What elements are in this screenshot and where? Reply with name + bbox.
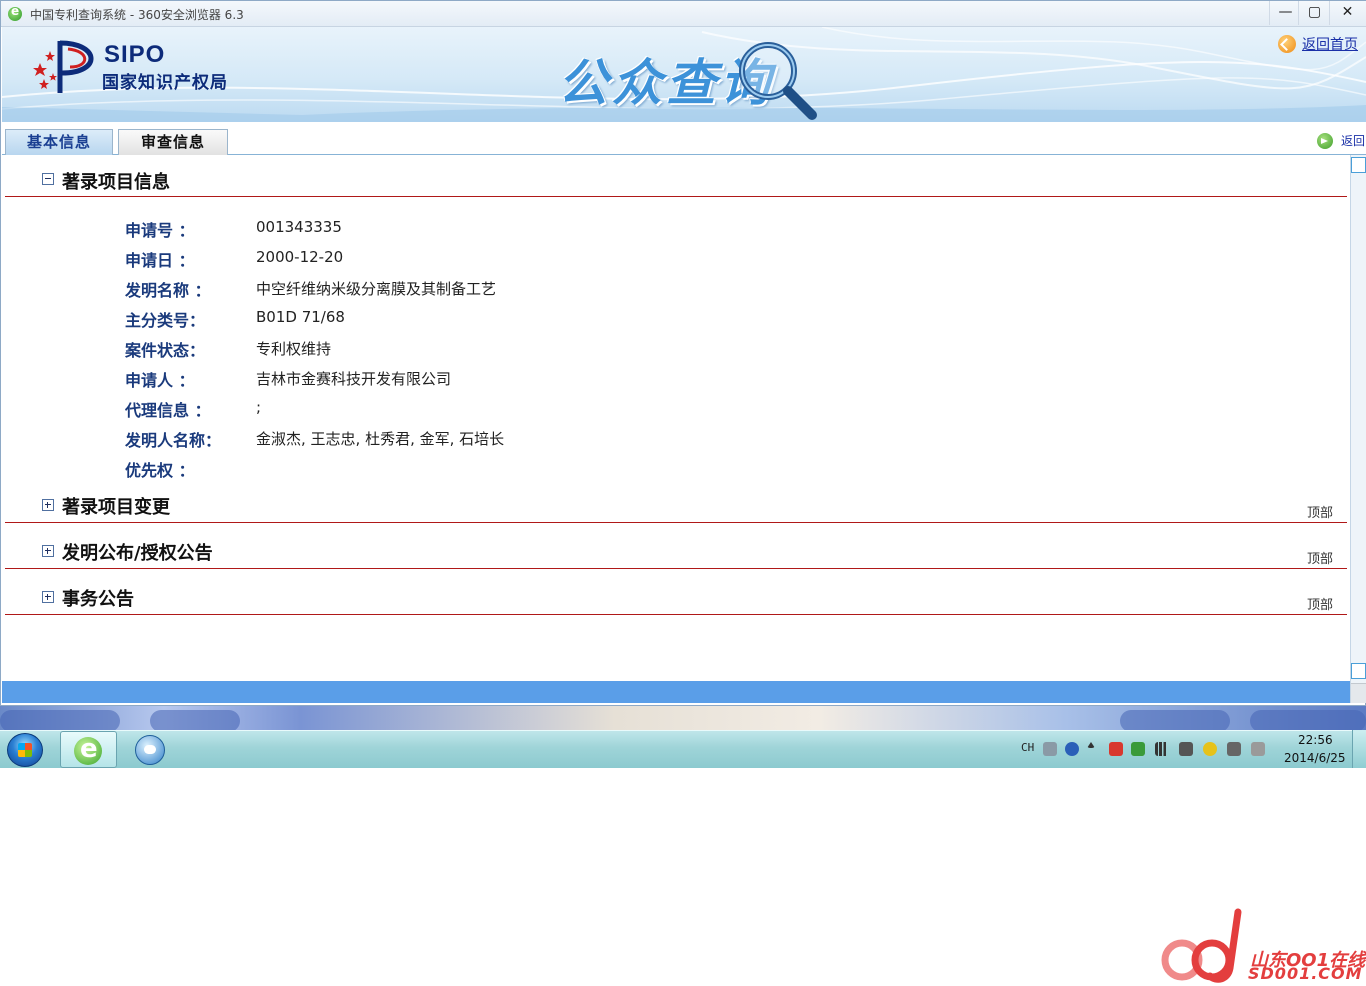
field-label: 优先权 ：	[125, 461, 195, 480]
watermark-line-2: SD001.COM	[1248, 964, 1363, 983]
tab-examination-info[interactable]: 审查信息	[118, 129, 228, 155]
section-publication-grant: 发明公布/授权公告 顶部	[5, 527, 1347, 569]
back-link[interactable]: 返回	[1341, 132, 1365, 149]
messenger-icon	[135, 735, 165, 765]
back-arrow-icon	[1278, 35, 1296, 53]
collapse-toggle-icon[interactable]	[42, 173, 54, 185]
main-content: 著录项目信息 申请号 ： 001343335 申请日 ： 2000-12-20 …	[2, 155, 1350, 681]
field-label: 代理信息 ：	[125, 401, 211, 420]
field-label: 案件状态：	[125, 341, 206, 360]
system-tray: CH 22:56 2014/6/25	[1015, 731, 1366, 769]
page-footer-bar	[2, 681, 1350, 703]
taskbar-messenger-button[interactable]	[124, 731, 178, 768]
expand-toggle-icon[interactable]	[42, 499, 54, 511]
clock-date[interactable]: 2014/6/25	[1284, 751, 1346, 765]
tray-app-icon[interactable]	[1203, 742, 1217, 756]
site-watermark: 山东OO1在线 SD001.COM	[1160, 906, 1366, 986]
back-arrow-icon[interactable]	[1317, 133, 1333, 149]
wallpaper-flower	[1120, 710, 1230, 730]
taskbar: CH 22:56 2014/6/25	[0, 730, 1366, 768]
watermark-logo-icon	[1161, 908, 1242, 983]
field-value: 001343335	[256, 218, 342, 236]
field-value: 2000-12-20	[256, 248, 344, 266]
scroll-down-button[interactable]	[1351, 663, 1366, 679]
keyboard-icon[interactable]	[1043, 742, 1057, 756]
sipo-logo-subtitle: 国家知识产权局	[102, 73, 228, 93]
minimize-button[interactable]: —	[1269, 1, 1301, 25]
device-icon[interactable]	[1179, 742, 1193, 756]
help-icon[interactable]	[1065, 742, 1079, 756]
title-bar[interactable]: 中国专利查询系统 - 360安全浏览器 6.3 — ▢ ✕	[1, 1, 1366, 27]
field-label: 发明人名称：	[125, 431, 222, 450]
maximize-button[interactable]: ▢	[1298, 1, 1330, 25]
section-title[interactable]: 著录项目变更	[62, 493, 170, 519]
browser-logo-icon	[8, 4, 22, 21]
scroll-up-button[interactable]	[1351, 157, 1366, 173]
expand-toggle-icon[interactable]	[42, 545, 54, 557]
return-home-link[interactable]: 返回首页	[1302, 34, 1358, 54]
field-label: 主分类号：	[125, 311, 206, 330]
field-label: 发明名称 ：	[125, 281, 211, 300]
field-value: B01D 71/68	[256, 308, 345, 326]
tab-basic-info[interactable]: 基本信息	[5, 129, 113, 155]
back-to-top-link[interactable]: 顶部	[1307, 502, 1333, 521]
close-button[interactable]: ✕	[1329, 1, 1365, 25]
magnifier-icon	[739, 42, 817, 120]
browser-window: 中国专利查询系统 - 360安全浏览器 6.3 — ▢ ✕	[0, 0, 1366, 706]
signal-icon[interactable]	[1155, 742, 1169, 756]
field-value: 专利权维持	[256, 340, 332, 358]
section-affairs-notices: 事务公告 顶部	[5, 573, 1347, 615]
field-label: 申请日 ：	[125, 251, 195, 270]
section-bibliographic-info: 著录项目信息	[5, 155, 1347, 197]
field-value: 中空纤维纳米级分离膜及其制备工艺	[256, 280, 497, 298]
vertical-scrollbar[interactable]	[1350, 155, 1366, 703]
start-button[interactable]	[7, 733, 43, 767]
sipo-logo-text: SIPO	[104, 41, 166, 68]
section-title[interactable]: 发明公布/授权公告	[62, 539, 213, 565]
tray-expand-icon[interactable]	[1087, 742, 1095, 748]
wallpaper-flower	[0, 710, 120, 730]
wallpaper-flower	[150, 710, 240, 730]
field-label: 申请人 ：	[125, 371, 195, 390]
back-to-top-link[interactable]: 顶部	[1307, 594, 1333, 613]
field-value: 金淑杰, 王志忠, 杜秀君, 金军, 石培长	[256, 430, 505, 448]
expand-toggle-icon[interactable]	[42, 591, 54, 603]
sipo-banner: SIPO 国家知识产权局 公众查询 返回首页	[2, 27, 1366, 122]
field-label: 申请号 ：	[125, 221, 195, 240]
field-value: 吉林市金赛科技开发有限公司	[256, 370, 452, 388]
scroll-corner	[1351, 683, 1366, 703]
section-title[interactable]: 著录项目信息	[62, 168, 170, 194]
section-bibliographic-changes: 著录项目变更 顶部	[5, 481, 1347, 523]
taskbar-browser-button[interactable]	[60, 731, 117, 768]
field-value: ;	[256, 398, 262, 416]
clock-time[interactable]: 22:56	[1298, 733, 1333, 747]
wallpaper-flower	[1250, 710, 1366, 730]
browser-icon	[74, 734, 102, 765]
desktop-wallpaper	[0, 706, 1366, 730]
security-shield-icon[interactable]	[1131, 742, 1145, 756]
back-to-top-link[interactable]: 顶部	[1307, 548, 1333, 567]
window-title: 中国专利查询系统 - 360安全浏览器 6.3	[30, 8, 244, 22]
tab-bar: 基本信息 审查信息 返回	[2, 122, 1366, 155]
screen: 中国专利查询系统 - 360安全浏览器 6.3 — ▢ ✕	[0, 0, 1366, 986]
show-desktop-button[interactable]	[1352, 730, 1366, 768]
volume-icon[interactable]	[1227, 742, 1241, 756]
network-icon[interactable]	[1251, 742, 1265, 756]
language-indicator[interactable]: CH	[1021, 741, 1034, 754]
antivirus-icon[interactable]	[1109, 742, 1123, 756]
section-title[interactable]: 事务公告	[62, 585, 134, 611]
sipo-logo-icon	[33, 40, 94, 93]
